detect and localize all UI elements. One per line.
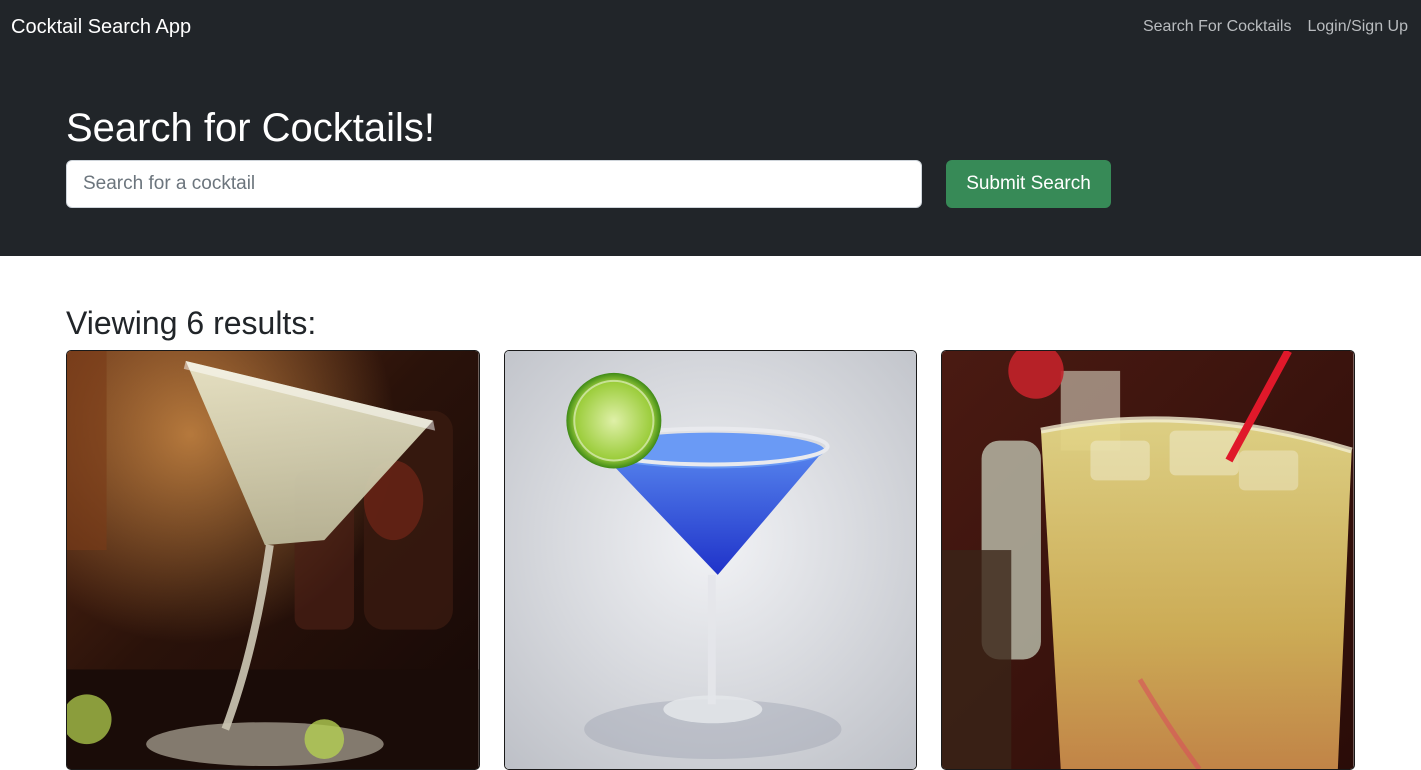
search-input[interactable] bbox=[66, 160, 922, 208]
cocktail-image[interactable] bbox=[504, 351, 917, 769]
results-section: Viewing 6 results: bbox=[0, 256, 1421, 770]
nav-link-login[interactable]: Login/Sign Up bbox=[1307, 18, 1408, 36]
submit-search-button[interactable]: Submit Search bbox=[946, 160, 1111, 208]
result-card[interactable] bbox=[66, 350, 480, 770]
search-hero: Search for Cocktails! Submit Search bbox=[0, 54, 1421, 256]
navbar: Cocktail Search App Search For Cocktails… bbox=[0, 0, 1421, 54]
page-title: Search for Cocktails! bbox=[66, 106, 436, 150]
result-card[interactable] bbox=[941, 350, 1356, 770]
nav-link-search[interactable]: Search For Cocktails bbox=[1143, 18, 1292, 36]
cocktail-image[interactable] bbox=[67, 351, 479, 769]
result-card[interactable] bbox=[503, 350, 918, 770]
cocktail-image[interactable] bbox=[942, 351, 1355, 769]
brand-link[interactable]: Cocktail Search App bbox=[11, 16, 191, 39]
results-heading: Viewing 6 results: bbox=[66, 305, 317, 341]
nav-links: Search For Cocktails Login/Sign Up bbox=[1143, 18, 1408, 36]
results-cards bbox=[66, 350, 1356, 770]
search-form: Submit Search bbox=[66, 160, 1355, 208]
